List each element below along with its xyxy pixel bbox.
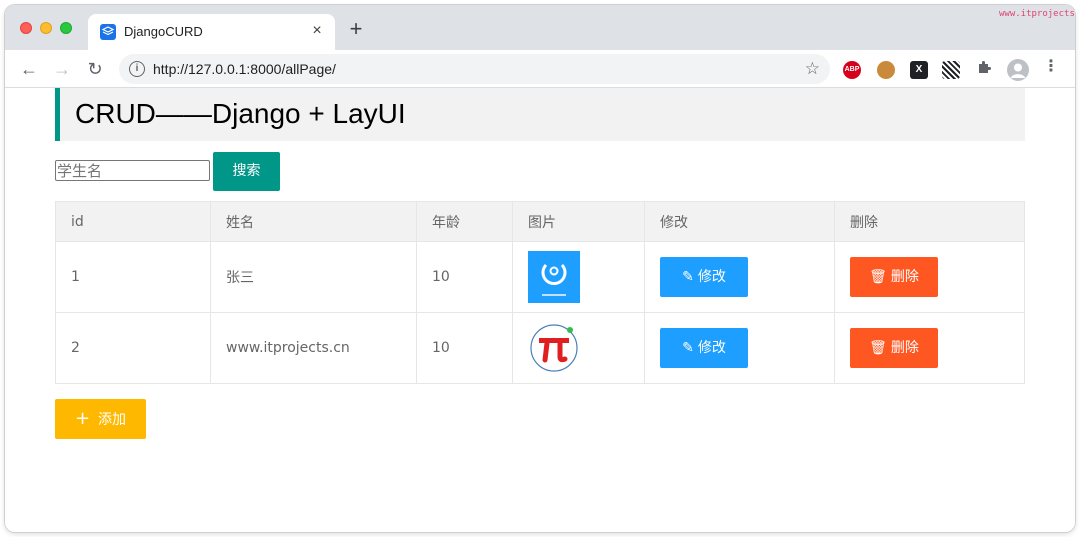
cell-name: www.itprojects.cn	[210, 312, 417, 384]
reload-button[interactable]: ↻	[84, 58, 106, 80]
minimize-window-button[interactable]	[40, 22, 52, 34]
add-button[interactable]: + 添加	[55, 399, 146, 439]
cell-delete: 🗑 删除	[834, 312, 1025, 384]
header-delete: 删除	[834, 201, 1025, 242]
cell-age: 10	[416, 312, 513, 384]
profile-avatar[interactable]	[1007, 59, 1029, 81]
delete-button[interactable]: 🗑 删除	[850, 328, 938, 368]
edit-button[interactable]: ✎ 修改	[660, 328, 748, 368]
pencil-icon: ✎	[682, 340, 694, 356]
cell-edit: ✎ 修改	[644, 312, 835, 384]
address-bar[interactable]: i http://127.0.0.1:8000/allPage/ ☆	[119, 54, 830, 84]
maximize-window-button[interactable]	[60, 22, 72, 34]
cell-id: 2	[55, 312, 211, 384]
header-edit: 修改	[644, 201, 835, 242]
cell-edit: ✎ 修改	[644, 241, 835, 313]
cell-image	[512, 312, 645, 384]
cell-delete: 🗑 删除	[834, 241, 1025, 313]
browser-menu-icon[interactable]: ⋮	[1043, 58, 1059, 76]
page-title: CRUD——Django + LayUI	[75, 98, 406, 129]
x-extension-icon[interactable]: X	[910, 61, 928, 79]
edit-button[interactable]: ✎ 修改	[660, 257, 748, 297]
tab-title: DjangoCURD	[124, 24, 203, 39]
pencil-icon: ✎	[682, 269, 694, 285]
pi-logo-image	[528, 322, 580, 374]
cell-age: 10	[416, 241, 513, 313]
table-row: 2 www.itprojects.cn 10 ✎ 修改 🗑 删除	[55, 312, 1025, 384]
qr-code-extension-icon[interactable]	[942, 61, 960, 79]
browser-window: DjangoCURD × + www.itprojects.cn ← → ↻ i…	[5, 5, 1075, 532]
cell-id: 1	[55, 241, 211, 313]
table-header-row: id 姓名 年龄 图片 修改 删除	[55, 201, 1025, 242]
header-id: id	[55, 201, 211, 242]
tab-favicon-icon	[100, 24, 116, 40]
page-header: CRUD——Django + LayUI	[55, 88, 1025, 141]
cell-name: 张三	[210, 241, 417, 313]
watermark-text: www.itprojects.cn	[999, 9, 1075, 19]
trash-icon: 🗑	[869, 340, 887, 356]
plus-icon: +	[74, 408, 91, 429]
header-image: 图片	[512, 201, 645, 242]
add-label: 添加	[98, 412, 127, 428]
search-button[interactable]: 搜索	[213, 152, 280, 191]
delete-button[interactable]: 🗑 删除	[850, 257, 938, 297]
bookmark-star-icon[interactable]: ☆	[805, 59, 820, 79]
cookie-extension-icon[interactable]	[877, 61, 895, 79]
delete-label: 删除	[890, 269, 919, 285]
back-button[interactable]: ←	[18, 58, 40, 80]
url-text[interactable]: http://127.0.0.1:8000/allPage/	[153, 61, 336, 77]
browser-toolbar: ← → ↻ i http://127.0.0.1:8000/allPage/ ☆…	[5, 50, 1075, 88]
page-content: CRUD——Django + LayUI 搜索 id 姓名 年龄 图片 修改 删…	[5, 88, 1075, 532]
edit-label: 修改	[697, 269, 726, 285]
header-name: 姓名	[210, 201, 417, 242]
extensions-puzzle-icon[interactable]	[975, 59, 993, 77]
title-bar: DjangoCURD × + www.itprojects.cn	[5, 5, 1075, 50]
browser-tab[interactable]: DjangoCURD ×	[88, 14, 335, 50]
info-icon[interactable]: i	[129, 61, 145, 77]
tab-close-icon[interactable]: ×	[307, 21, 327, 41]
adblock-extension-icon[interactable]: ABP	[843, 61, 861, 79]
trash-icon: 🗑	[869, 269, 887, 285]
header-age: 年龄	[416, 201, 513, 242]
edit-label: 修改	[697, 340, 726, 356]
close-window-button[interactable]	[20, 22, 32, 34]
student-name-search-input[interactable]	[55, 160, 210, 181]
forward-button[interactable]: →	[51, 58, 73, 80]
student-table: id 姓名 年龄 图片 修改 删除 1 张三 10 ✎ 修改 🗑 删除 2 ww…	[55, 201, 1025, 384]
layui-logo-image	[528, 251, 580, 303]
new-tab-button[interactable]: +	[345, 18, 367, 41]
table-row: 1 张三 10 ✎ 修改 🗑 删除	[55, 241, 1025, 313]
delete-label: 删除	[890, 340, 919, 356]
cell-image	[512, 241, 645, 313]
